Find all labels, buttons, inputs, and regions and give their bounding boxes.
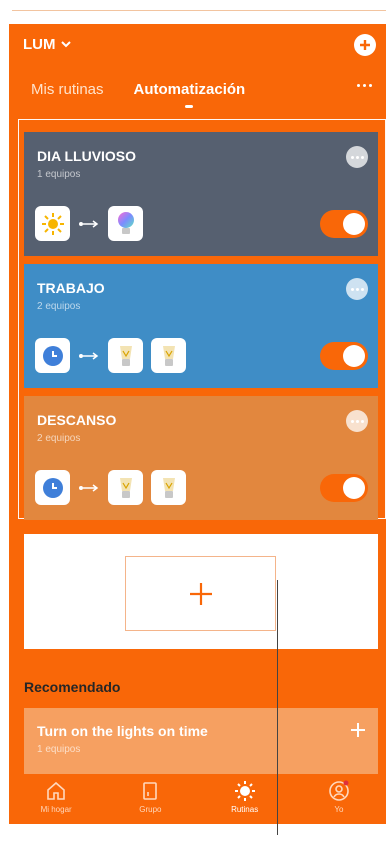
bottom-tab-bar: Mi hogar Grupo Rutinas Yo <box>9 774 386 824</box>
home-selector[interactable]: LUM <box>23 36 71 53</box>
top-divider <box>12 10 386 11</box>
card-more-icon[interactable] <box>346 278 368 300</box>
callout-line <box>277 580 278 835</box>
tab-bar-top: Mis rutinas Automatización <box>31 81 246 108</box>
color-bulb-icon <box>108 206 143 241</box>
tab-mis-rutinas[interactable]: Mis rutinas <box>31 81 104 98</box>
active-tab-indicator <box>185 105 194 108</box>
clock-icon <box>35 470 70 505</box>
home-name: LUM <box>23 36 56 53</box>
automation-card[interactable]: DIA LLUVIOSO 1 equipos <box>24 132 378 256</box>
automation-device-count: 2 equipos <box>37 301 81 312</box>
card-more-icon[interactable] <box>346 410 368 432</box>
tab-automatizacion[interactable]: Automatización <box>133 81 246 108</box>
automation-title: DESCANSO <box>37 412 117 428</box>
bulb-icon <box>108 470 143 505</box>
arrow-icon <box>78 219 100 229</box>
tab-automatizacion-label: Automatización <box>133 81 246 98</box>
bulb-icon <box>108 338 143 373</box>
automation-toggle[interactable] <box>320 474 368 502</box>
recommended-heading: Recomendado <box>24 679 121 695</box>
chevron-down-icon <box>60 41 71 48</box>
add-recommended-icon[interactable] <box>350 722 366 738</box>
more-options-icon[interactable] <box>357 84 372 87</box>
recommended-device-count: 1 equipos <box>37 744 81 755</box>
profile-icon <box>329 780 349 801</box>
automation-title: DIA LLUVIOSO <box>37 148 137 164</box>
arrow-icon <box>78 483 100 493</box>
tab-label: Grupo <box>139 805 162 814</box>
routines-icon <box>234 781 255 801</box>
arrow-icon <box>78 351 100 361</box>
automation-flow <box>35 338 186 373</box>
card-more-icon[interactable] <box>346 146 368 168</box>
add-icon[interactable] <box>354 34 376 56</box>
automation-toggle[interactable] <box>320 210 368 238</box>
automation-device-count: 2 equipos <box>37 433 81 444</box>
automation-toggle[interactable] <box>320 342 368 370</box>
automation-flow <box>35 206 143 241</box>
tab-label: Rutinas <box>231 805 259 814</box>
automation-title: TRABAJO <box>37 280 105 296</box>
sun-icon <box>35 206 70 241</box>
add-automation-button[interactable] <box>125 556 276 631</box>
bulb-icon <box>151 338 186 373</box>
clock-icon <box>35 338 70 373</box>
home-icon <box>47 781 65 800</box>
tab-mi-hogar[interactable]: Mi hogar <box>9 774 103 824</box>
group-icon <box>143 782 158 800</box>
automation-card[interactable]: TRABAJO 2 equipos <box>24 264 378 388</box>
tab-label: Yo <box>334 805 344 814</box>
plus-icon <box>189 582 212 605</box>
recommended-item[interactable]: Turn on the lights on time 1 equipos <box>24 708 378 774</box>
automation-flow <box>35 470 186 505</box>
add-automation-area <box>24 534 378 649</box>
bulb-icon <box>151 470 186 505</box>
tab-label: Mi hogar <box>40 805 72 814</box>
app-screen: LUM Mis rutinas Automatización DIA LLUVI… <box>9 24 386 824</box>
tab-grupo[interactable]: Grupo <box>103 774 197 824</box>
recommended-title: Turn on the lights on time <box>37 723 208 739</box>
automation-card[interactable]: DESCANSO 2 equipos <box>24 396 378 520</box>
tab-yo[interactable]: Yo <box>292 774 386 824</box>
automation-device-count: 1 equipos <box>37 169 81 180</box>
